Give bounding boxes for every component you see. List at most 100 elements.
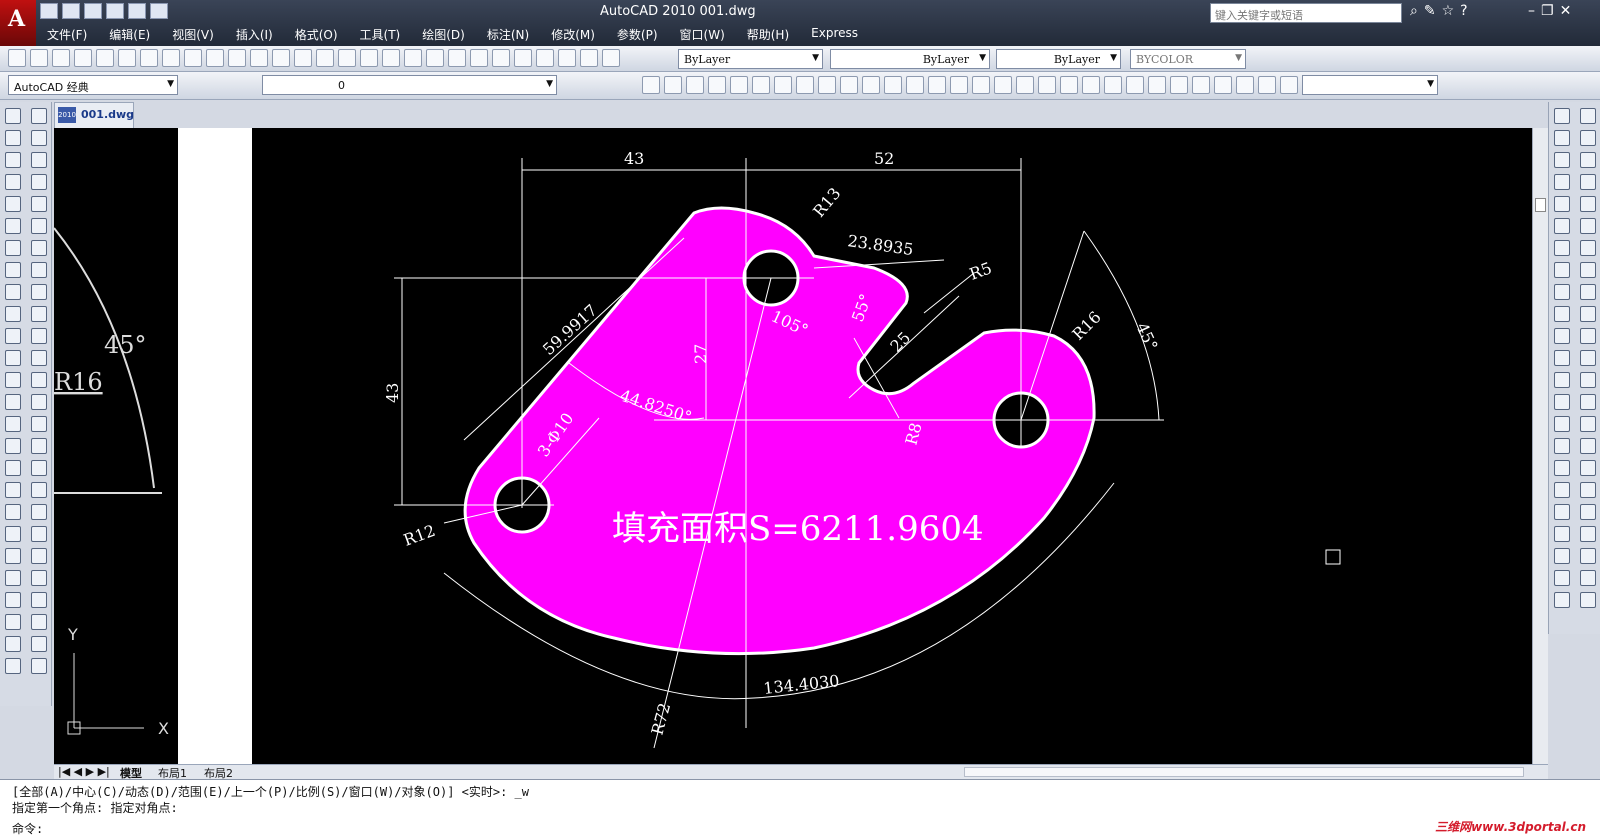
draw-tool-icon[interactable] bbox=[5, 592, 21, 608]
menu-item[interactable]: 工具(T) bbox=[349, 24, 412, 44]
standard-button-icon[interactable] bbox=[602, 49, 620, 67]
draw-tool-icon[interactable] bbox=[5, 152, 21, 168]
draw-tool-icon[interactable] bbox=[5, 504, 21, 520]
standard-button-icon[interactable] bbox=[140, 49, 158, 67]
draw-tool-icon[interactable] bbox=[5, 570, 21, 586]
draw-tool-icon[interactable] bbox=[5, 548, 21, 564]
right-b-tool-icon[interactable] bbox=[1580, 152, 1596, 168]
dimension-button-icon[interactable] bbox=[1170, 76, 1188, 94]
draw-tool-icon[interactable] bbox=[5, 130, 21, 146]
right-b-tool-icon[interactable] bbox=[1580, 372, 1596, 388]
save-icon[interactable] bbox=[84, 3, 102, 19]
draw-tool-icon[interactable] bbox=[5, 636, 21, 652]
right-a-tool-icon[interactable] bbox=[1554, 526, 1570, 542]
modify-tool-icon[interactable] bbox=[31, 548, 47, 564]
dimension-button-icon[interactable] bbox=[642, 76, 660, 94]
workspace-select[interactable]: AutoCAD 经典 ▼ bbox=[8, 75, 178, 95]
right-b-tool-icon[interactable] bbox=[1580, 570, 1596, 586]
menu-item[interactable]: 格式(O) bbox=[284, 24, 349, 44]
modify-tool-icon[interactable] bbox=[31, 658, 47, 674]
linetype-select[interactable]: ByLayer ▼ bbox=[830, 49, 990, 69]
modify-tool-icon[interactable] bbox=[31, 240, 47, 256]
modify-tool-icon[interactable] bbox=[31, 482, 47, 498]
draw-tool-icon[interactable] bbox=[5, 350, 21, 366]
modify-tool-icon[interactable] bbox=[31, 108, 47, 124]
command-prompt[interactable]: 命令: bbox=[12, 820, 43, 837]
dimension-button-icon[interactable] bbox=[1192, 76, 1210, 94]
right-a-tool-icon[interactable] bbox=[1554, 306, 1570, 322]
dimension-button-icon[interactable] bbox=[730, 76, 748, 94]
right-a-tool-icon[interactable] bbox=[1554, 262, 1570, 278]
dimension-button-icon[interactable] bbox=[950, 76, 968, 94]
standard-button-icon[interactable] bbox=[426, 49, 444, 67]
horizontal-scrollbar[interactable] bbox=[964, 767, 1524, 777]
right-b-tool-icon[interactable] bbox=[1580, 328, 1596, 344]
menu-item[interactable]: 参数(P) bbox=[606, 24, 669, 44]
right-b-tool-icon[interactable] bbox=[1580, 504, 1596, 520]
modify-tool-icon[interactable] bbox=[31, 438, 47, 454]
vertical-scrollbar[interactable] bbox=[1532, 128, 1548, 764]
dimension-button-icon[interactable] bbox=[818, 76, 836, 94]
menu-item[interactable]: Express bbox=[800, 24, 869, 44]
draw-tool-icon[interactable] bbox=[5, 174, 21, 190]
right-a-tool-icon[interactable] bbox=[1554, 482, 1570, 498]
modify-tool-icon[interactable] bbox=[31, 262, 47, 278]
dimension-button-icon[interactable] bbox=[686, 76, 704, 94]
standard-button-icon[interactable] bbox=[206, 49, 224, 67]
lineweight-select[interactable]: ByLayer ▼ bbox=[996, 49, 1121, 69]
standard-button-icon[interactable] bbox=[294, 49, 312, 67]
application-menu-button[interactable]: A bbox=[0, 0, 36, 46]
right-a-tool-icon[interactable] bbox=[1554, 416, 1570, 432]
standard-button-icon[interactable] bbox=[580, 49, 598, 67]
right-b-tool-icon[interactable] bbox=[1580, 284, 1596, 300]
open-icon[interactable] bbox=[62, 3, 80, 19]
dimension-button-icon[interactable] bbox=[972, 76, 990, 94]
right-b-tool-icon[interactable] bbox=[1580, 306, 1596, 322]
right-a-tool-icon[interactable] bbox=[1554, 196, 1570, 212]
draw-tool-icon[interactable] bbox=[5, 394, 21, 410]
standard-button-icon[interactable] bbox=[8, 49, 26, 67]
right-b-tool-icon[interactable] bbox=[1580, 394, 1596, 410]
right-b-tool-icon[interactable] bbox=[1580, 196, 1596, 212]
modify-tool-icon[interactable] bbox=[31, 504, 47, 520]
standard-button-icon[interactable] bbox=[96, 49, 114, 67]
standard-button-icon[interactable] bbox=[316, 49, 334, 67]
standard-button-icon[interactable] bbox=[250, 49, 268, 67]
standard-button-icon[interactable] bbox=[74, 49, 92, 67]
standard-button-icon[interactable] bbox=[272, 49, 290, 67]
standard-button-icon[interactable] bbox=[536, 49, 554, 67]
right-b-tool-icon[interactable] bbox=[1580, 262, 1596, 278]
standard-button-icon[interactable] bbox=[118, 49, 136, 67]
right-a-tool-icon[interactable] bbox=[1554, 460, 1570, 476]
standard-button-icon[interactable] bbox=[492, 49, 510, 67]
dimension-button-icon[interactable] bbox=[1280, 76, 1298, 94]
standard-button-icon[interactable] bbox=[184, 49, 202, 67]
right-b-tool-icon[interactable] bbox=[1580, 130, 1596, 146]
restore-icon[interactable]: ❐ bbox=[1541, 3, 1554, 19]
right-b-tool-icon[interactable] bbox=[1580, 592, 1596, 608]
draw-tool-icon[interactable] bbox=[5, 482, 21, 498]
standard-button-icon[interactable] bbox=[52, 49, 70, 67]
modify-tool-icon[interactable] bbox=[31, 196, 47, 212]
tab-nav-arrows-icon[interactable]: |◀ ◀ ▶ ▶| bbox=[58, 765, 110, 778]
right-b-tool-icon[interactable] bbox=[1580, 350, 1596, 366]
layer-select[interactable]: 0 ▼ bbox=[262, 75, 557, 95]
draw-tool-icon[interactable] bbox=[5, 328, 21, 344]
draw-tool-icon[interactable] bbox=[5, 196, 21, 212]
right-b-tool-icon[interactable] bbox=[1580, 548, 1596, 564]
standard-button-icon[interactable] bbox=[382, 49, 400, 67]
menu-item[interactable]: 绘图(D) bbox=[411, 24, 476, 44]
dimension-button-icon[interactable] bbox=[1236, 76, 1254, 94]
right-b-tool-icon[interactable] bbox=[1580, 526, 1596, 542]
menu-item[interactable]: 文件(F) bbox=[36, 24, 98, 44]
menu-item[interactable]: 视图(V) bbox=[161, 24, 225, 44]
plotstyle-select[interactable]: BYCOLOR ▼ bbox=[1130, 49, 1246, 69]
vertical-scroll-thumb[interactable] bbox=[1535, 198, 1546, 212]
command-line[interactable]: [全部(A)/中心(C)/动态(D)/范围(E)/上一个(P)/比例(S)/窗口… bbox=[0, 779, 1600, 839]
right-b-tool-icon[interactable] bbox=[1580, 108, 1596, 124]
draw-tool-icon[interactable] bbox=[5, 240, 21, 256]
minimize-icon[interactable]: – bbox=[1528, 3, 1535, 19]
document-tab[interactable]: 2010 001.dwg bbox=[54, 102, 134, 128]
view-select[interactable]: ▼ bbox=[1302, 75, 1438, 95]
draw-tool-icon[interactable] bbox=[5, 108, 21, 124]
